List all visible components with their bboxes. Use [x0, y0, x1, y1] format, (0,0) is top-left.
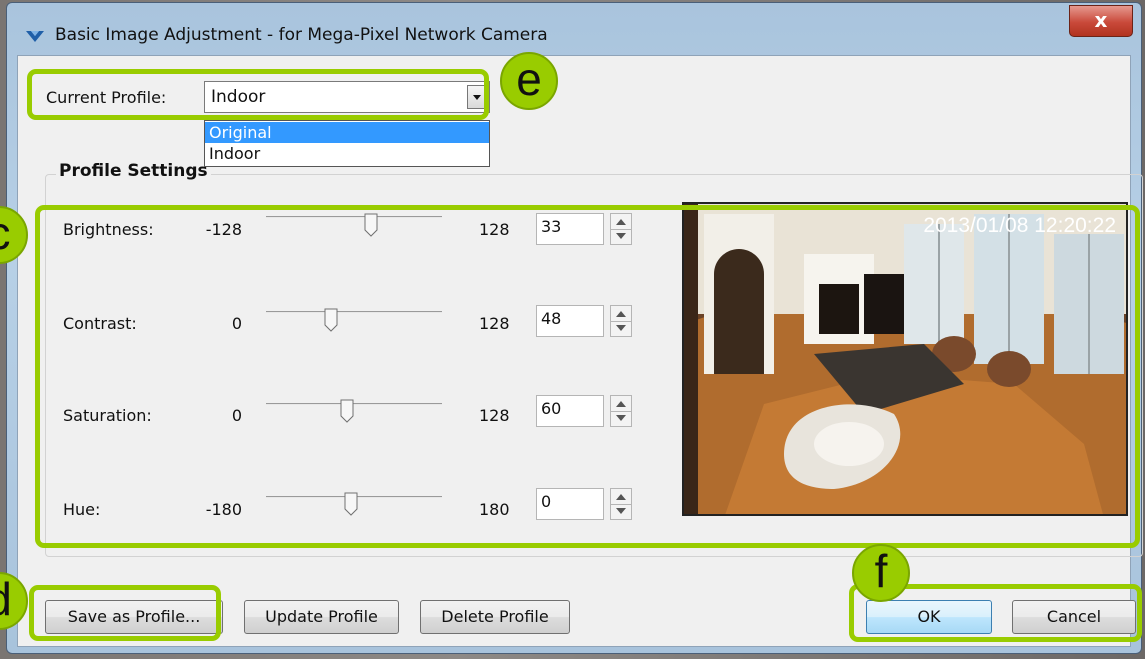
- callout-badge-e: e: [500, 52, 558, 110]
- delete-profile-button[interactable]: Delete Profile: [420, 600, 570, 634]
- close-button[interactable]: x: [1069, 5, 1133, 37]
- profile-dropdown-list: Original Indoor: [204, 120, 490, 167]
- window-title: Basic Image Adjustment - for Mega-Pixel …: [55, 25, 548, 45]
- callout-badge-f: f: [852, 544, 910, 602]
- profile-option-original[interactable]: Original: [205, 122, 489, 143]
- title-bar: Basic Image Adjustment - for Mega-Pixel …: [7, 3, 1141, 53]
- update-profile-button[interactable]: Update Profile: [244, 600, 399, 634]
- profile-option-indoor[interactable]: Indoor: [205, 143, 489, 164]
- profile-settings-title: Profile Settings: [56, 161, 211, 181]
- callout-box-d: [29, 585, 221, 641]
- callout-box-c: [35, 205, 1140, 548]
- callout-box-e: [27, 69, 489, 120]
- app-logo-icon: [26, 31, 44, 42]
